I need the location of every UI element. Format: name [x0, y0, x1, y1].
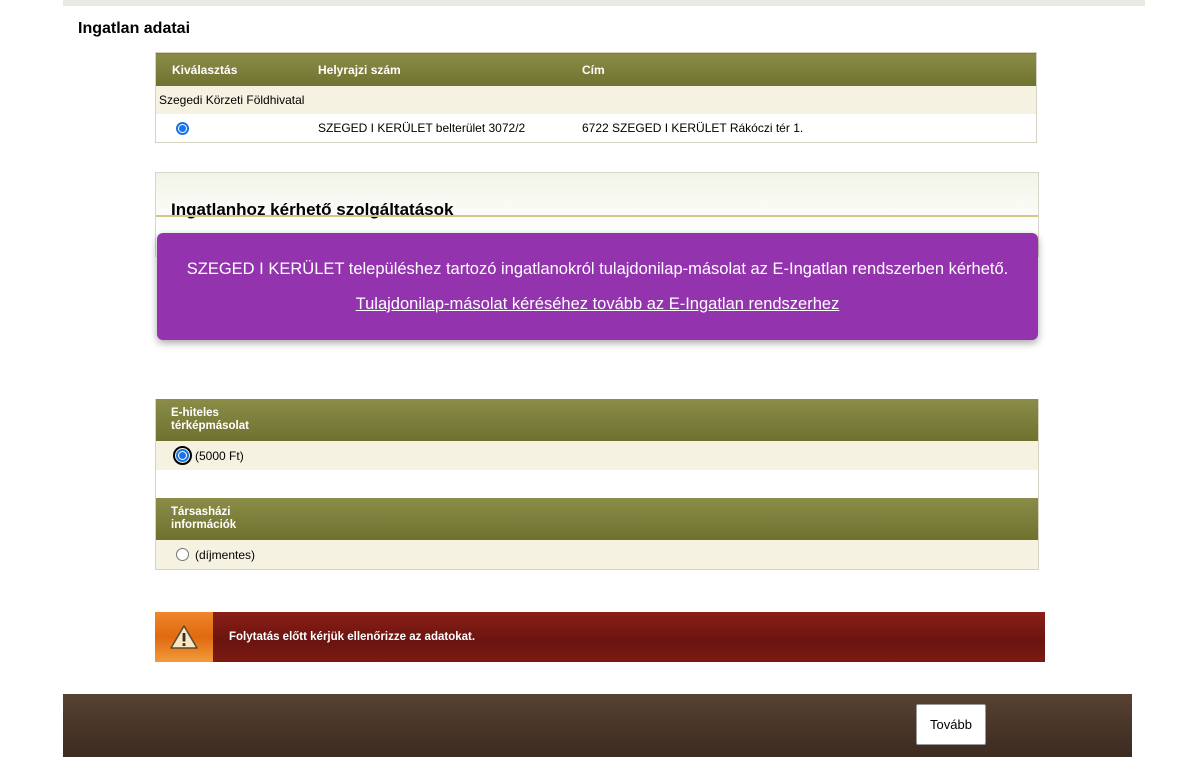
option-row-condo-info[interactable]: (díjmentes): [156, 540, 1038, 569]
column-header-parcel: Helyrajzi szám: [302, 52, 566, 86]
e-ingatlan-notice: SZEGED I KERÜLET településhez tartozó in…: [157, 233, 1038, 340]
property-table: Kiválasztás Helyrajzi szám Cím Szegedi K…: [155, 52, 1037, 143]
land-office-row: Szegedi Körzeti Földhivatal: [155, 86, 1037, 114]
footer-bar: Tovább: [63, 694, 1132, 757]
page-title: Ingatlan adatai: [78, 20, 191, 37]
warning-text: Folytatás előtt kérjük ellenőrizze az ad…: [229, 631, 476, 643]
option-spacer: [156, 470, 1038, 498]
column-header-selection: Kiválasztás: [155, 52, 302, 86]
service-options: E-hiteles térképmásolat (5000 Ft) Társas…: [155, 399, 1039, 570]
warning-triangle-icon: [170, 625, 198, 649]
table-row[interactable]: SZEGED I KERÜLET belterület 3072/2 6722 …: [155, 114, 1037, 143]
property-address: 6722 SZEGED I KERÜLET Rákóczi tér 1.: [566, 114, 1037, 143]
services-title: Ingatlanhoz kérhető szolgáltatások: [171, 200, 454, 219]
map-copy-price: (5000 Ft): [195, 448, 244, 463]
land-office-name: Szegedi Körzeti Földhivatal: [155, 86, 1037, 114]
services-divider: [156, 215, 1038, 217]
column-header-address: Cím: [566, 52, 1037, 86]
property-select-radio[interactable]: [176, 122, 189, 136]
option-heading-line: Társasházi: [171, 506, 231, 518]
option-heading-line: információk: [171, 519, 237, 531]
property-table-header: Kiválasztás Helyrajzi szám Cím: [155, 52, 1037, 86]
condo-info-price: (díjmentes): [195, 547, 256, 562]
warning-banner: Folytatás előtt kérjük ellenőrizze az ad…: [155, 612, 1045, 662]
option-heading-line: térképmásolat: [171, 420, 249, 432]
warning-icon-box: [155, 612, 213, 662]
option-row-map-copy[interactable]: (5000 Ft): [156, 441, 1038, 470]
e-ingatlan-link[interactable]: Tulajdonilap-másolat kéréséhez tovább az…: [157, 295, 1038, 314]
parcel-number: SZEGED I KERÜLET belterület 3072/2: [302, 114, 566, 143]
option-heading-line: E-hiteles: [171, 407, 219, 419]
map-copy-radio[interactable]: [173, 446, 192, 465]
next-button[interactable]: Tovább: [916, 704, 986, 745]
notice-text: SZEGED I KERÜLET településhez tartozó in…: [186, 260, 1009, 278]
option-heading-condo-info: Társasházi információk: [156, 498, 1038, 540]
condo-info-radio[interactable]: [176, 548, 189, 561]
option-heading-map-copy: E-hiteles térképmásolat: [156, 399, 1038, 441]
top-strip: [63, 0, 1145, 6]
